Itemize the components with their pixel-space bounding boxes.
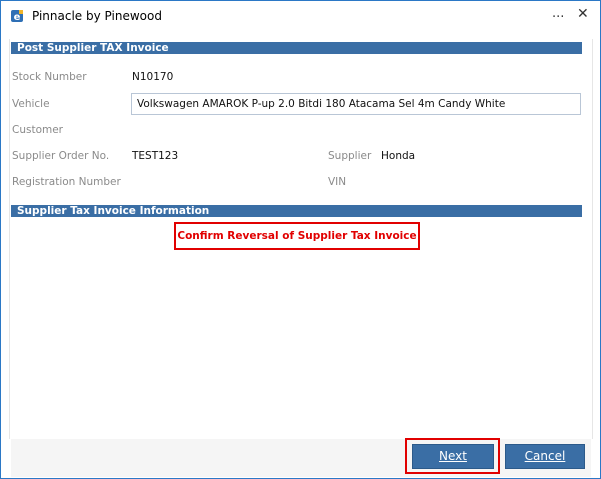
stock-number-label: Stock Number xyxy=(12,71,87,83)
section-header-invoice-info: Supplier Tax Invoice Information xyxy=(11,205,582,217)
section-header-post-invoice: Post Supplier TAX Invoice xyxy=(11,42,582,54)
stock-number-value: N10170 xyxy=(132,71,174,83)
supplier-value: Honda xyxy=(381,150,416,162)
app-logo-icon: e xyxy=(11,10,23,23)
more-options-icon[interactable]: ... xyxy=(552,6,564,21)
vin-label: VIN xyxy=(328,176,347,188)
title-bar: e Pinnacle by Pinewood ... ✕ xyxy=(1,1,600,32)
supplier-order-label: Supplier Order No. xyxy=(12,150,110,162)
dialog-window: e Pinnacle by Pinewood ... ✕ Post Suppli… xyxy=(0,0,601,479)
window-title: Pinnacle by Pinewood xyxy=(32,9,162,23)
next-button[interactable]: Next xyxy=(412,444,494,469)
vehicle-field[interactable]: Volkswagen AMAROK P-up 2.0 Bitdi 180 Ata… xyxy=(131,93,581,115)
supplier-order-value: TEST123 xyxy=(132,150,179,162)
cancel-button[interactable]: Cancel xyxy=(505,444,585,469)
confirm-reversal-message: Confirm Reversal of Supplier Tax Invoice xyxy=(174,222,420,250)
supplier-label: Supplier xyxy=(328,150,372,162)
registration-number-label: Registration Number xyxy=(12,176,121,188)
close-icon[interactable]: ✕ xyxy=(577,6,589,22)
vehicle-label: Vehicle xyxy=(12,98,50,110)
customer-label: Customer xyxy=(12,124,64,136)
button-bar xyxy=(11,439,591,477)
